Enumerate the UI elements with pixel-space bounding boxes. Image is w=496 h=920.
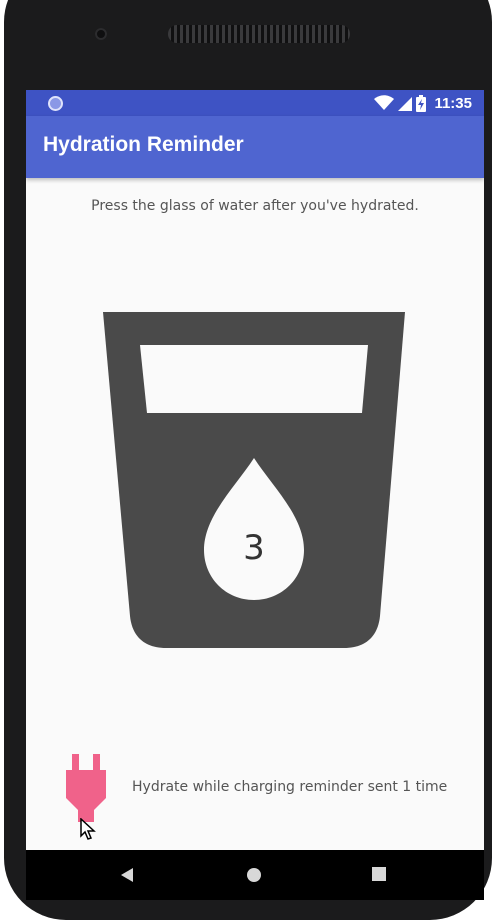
water-glass-button[interactable]: 3 xyxy=(100,308,410,654)
wifi-icon xyxy=(374,95,395,110)
instructions-text: Press the glass of water after you've hy… xyxy=(91,198,419,214)
battery-charging-icon xyxy=(416,94,427,112)
mouse-cursor-icon xyxy=(80,818,96,840)
navigation-bar xyxy=(26,850,484,900)
notification-dot-icon xyxy=(48,96,63,111)
status-icons: 11:35 xyxy=(374,93,472,113)
app-title: Hydration Reminder xyxy=(43,133,244,156)
cell-signal-icon xyxy=(398,97,413,111)
app-screen: 11:35 Hydration Reminder Press the glass… xyxy=(26,90,484,850)
status-time: 11:35 xyxy=(434,94,472,112)
device-frame: 11:35 Hydration Reminder Press the glass… xyxy=(0,0,496,920)
status-bar: 11:35 xyxy=(26,90,484,116)
home-icon[interactable] xyxy=(246,867,262,883)
charging-reminder-text: Hydrate while charging reminder sent 1 t… xyxy=(132,779,448,795)
earpiece-speaker xyxy=(168,25,350,43)
charging-reminder-row: Hydrate while charging reminder sent 1 t… xyxy=(26,754,484,826)
water-glass-icon xyxy=(103,312,405,648)
water-count: 3 xyxy=(243,528,265,568)
recents-icon[interactable] xyxy=(372,867,386,881)
power-plug-icon xyxy=(66,754,106,822)
front-camera xyxy=(95,28,107,40)
back-icon[interactable] xyxy=(120,867,134,883)
app-bar: Hydration Reminder xyxy=(26,116,484,178)
